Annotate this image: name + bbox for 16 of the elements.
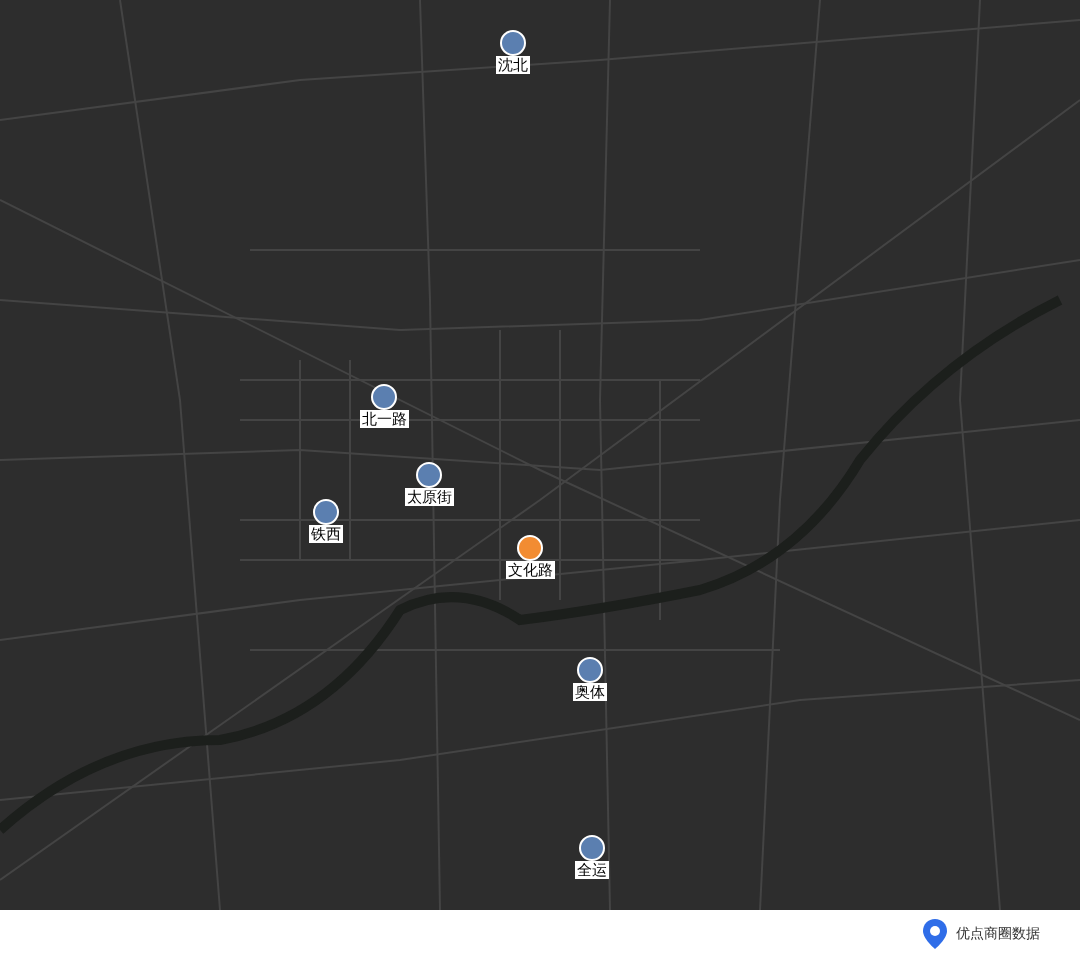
- location-pin-icon: [922, 917, 948, 950]
- pin-label: 沈北: [496, 56, 530, 74]
- map-pin[interactable]: [517, 535, 543, 561]
- pin-label: 全运: [575, 861, 609, 879]
- pin-label: 太原街: [404, 488, 454, 506]
- map-pin[interactable]: [500, 30, 526, 56]
- map-pin[interactable]: [579, 835, 605, 861]
- pin-label: 北一路: [359, 410, 409, 428]
- map-pin[interactable]: [416, 462, 442, 488]
- map-pin[interactable]: [577, 657, 603, 683]
- pin-label: 文化路: [505, 561, 555, 579]
- pin-label: 铁西: [309, 525, 343, 543]
- brand-name: 优点商圈数据: [956, 924, 1040, 943]
- map-pin[interactable]: [313, 499, 339, 525]
- map-pin[interactable]: [371, 384, 397, 410]
- pin-label: 奥体: [573, 683, 607, 701]
